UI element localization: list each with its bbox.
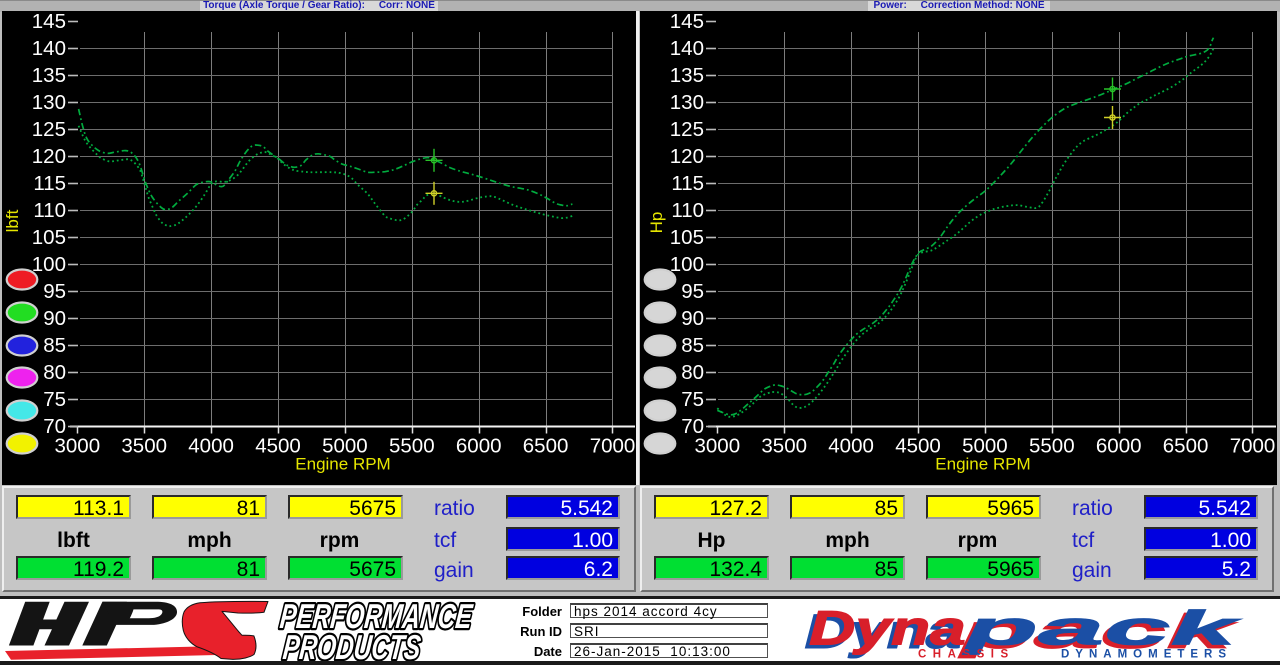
svg-text:125: 125 — [32, 118, 66, 141]
svg-text:140: 140 — [32, 37, 66, 60]
svg-text:135: 135 — [32, 64, 66, 87]
svg-text:4500: 4500 — [255, 435, 301, 458]
svg-text:115: 115 — [33, 172, 66, 195]
svg-text:85: 85 — [43, 334, 66, 357]
svg-text:100: 100 — [670, 253, 704, 276]
svg-text:120: 120 — [32, 145, 66, 168]
svg-text:3000: 3000 — [694, 435, 740, 458]
svg-text:6500: 6500 — [1163, 435, 1209, 458]
svg-text:6000: 6000 — [456, 435, 502, 458]
svg-text:lbft: lbft — [3, 209, 22, 232]
svg-text:7000: 7000 — [590, 435, 636, 458]
svg-text:110: 110 — [671, 199, 704, 222]
svg-text:90: 90 — [681, 307, 704, 330]
svg-text:110: 110 — [33, 199, 66, 222]
svg-text:7000: 7000 — [1230, 435, 1276, 458]
svg-text:90: 90 — [43, 307, 66, 330]
svg-text:4000: 4000 — [828, 435, 874, 458]
svg-text:95: 95 — [43, 280, 66, 303]
svg-text:85: 85 — [681, 334, 704, 357]
svg-text:PRODUCTS: PRODUCTS — [281, 629, 422, 661]
svg-text:6000: 6000 — [1096, 435, 1142, 458]
svg-text:Hp: Hp — [647, 212, 666, 234]
svg-text:4000: 4000 — [188, 435, 234, 458]
svg-text:Engine RPM: Engine RPM — [295, 455, 390, 474]
svg-text:145: 145 — [670, 11, 704, 33]
svg-text:5500: 5500 — [1029, 435, 1075, 458]
svg-text:140: 140 — [670, 37, 704, 60]
svg-text:Engine RPM: Engine RPM — [935, 455, 1030, 474]
svg-text:3500: 3500 — [761, 435, 807, 458]
svg-text:135: 135 — [670, 64, 704, 87]
svg-text:125: 125 — [670, 118, 704, 141]
svg-text:3500: 3500 — [121, 435, 167, 458]
svg-text:120: 120 — [670, 145, 704, 168]
svg-text:3000: 3000 — [54, 435, 100, 458]
svg-text:130: 130 — [670, 91, 704, 114]
svg-text:4500: 4500 — [895, 435, 941, 458]
svg-text:DYNAMOMETERS: DYNAMOMETERS — [1061, 649, 1232, 661]
svg-text:115: 115 — [671, 172, 704, 195]
svg-text:100: 100 — [32, 253, 66, 276]
svg-text:Dyna: Dyna — [809, 601, 966, 656]
svg-text:5500: 5500 — [389, 435, 435, 458]
svg-text:pack: pack — [963, 601, 1243, 655]
svg-text:145: 145 — [32, 11, 66, 33]
svg-text:105: 105 — [32, 226, 66, 249]
svg-text:CHASSIS: CHASSIS — [918, 649, 1015, 661]
svg-text:6500: 6500 — [523, 435, 569, 458]
svg-text:105: 105 — [670, 226, 704, 249]
svg-text:80: 80 — [43, 361, 66, 384]
svg-text:75: 75 — [43, 388, 66, 411]
svg-text:80: 80 — [681, 361, 704, 384]
svg-text:95: 95 — [681, 280, 704, 303]
svg-text:130: 130 — [32, 91, 66, 114]
svg-text:75: 75 — [681, 388, 704, 411]
